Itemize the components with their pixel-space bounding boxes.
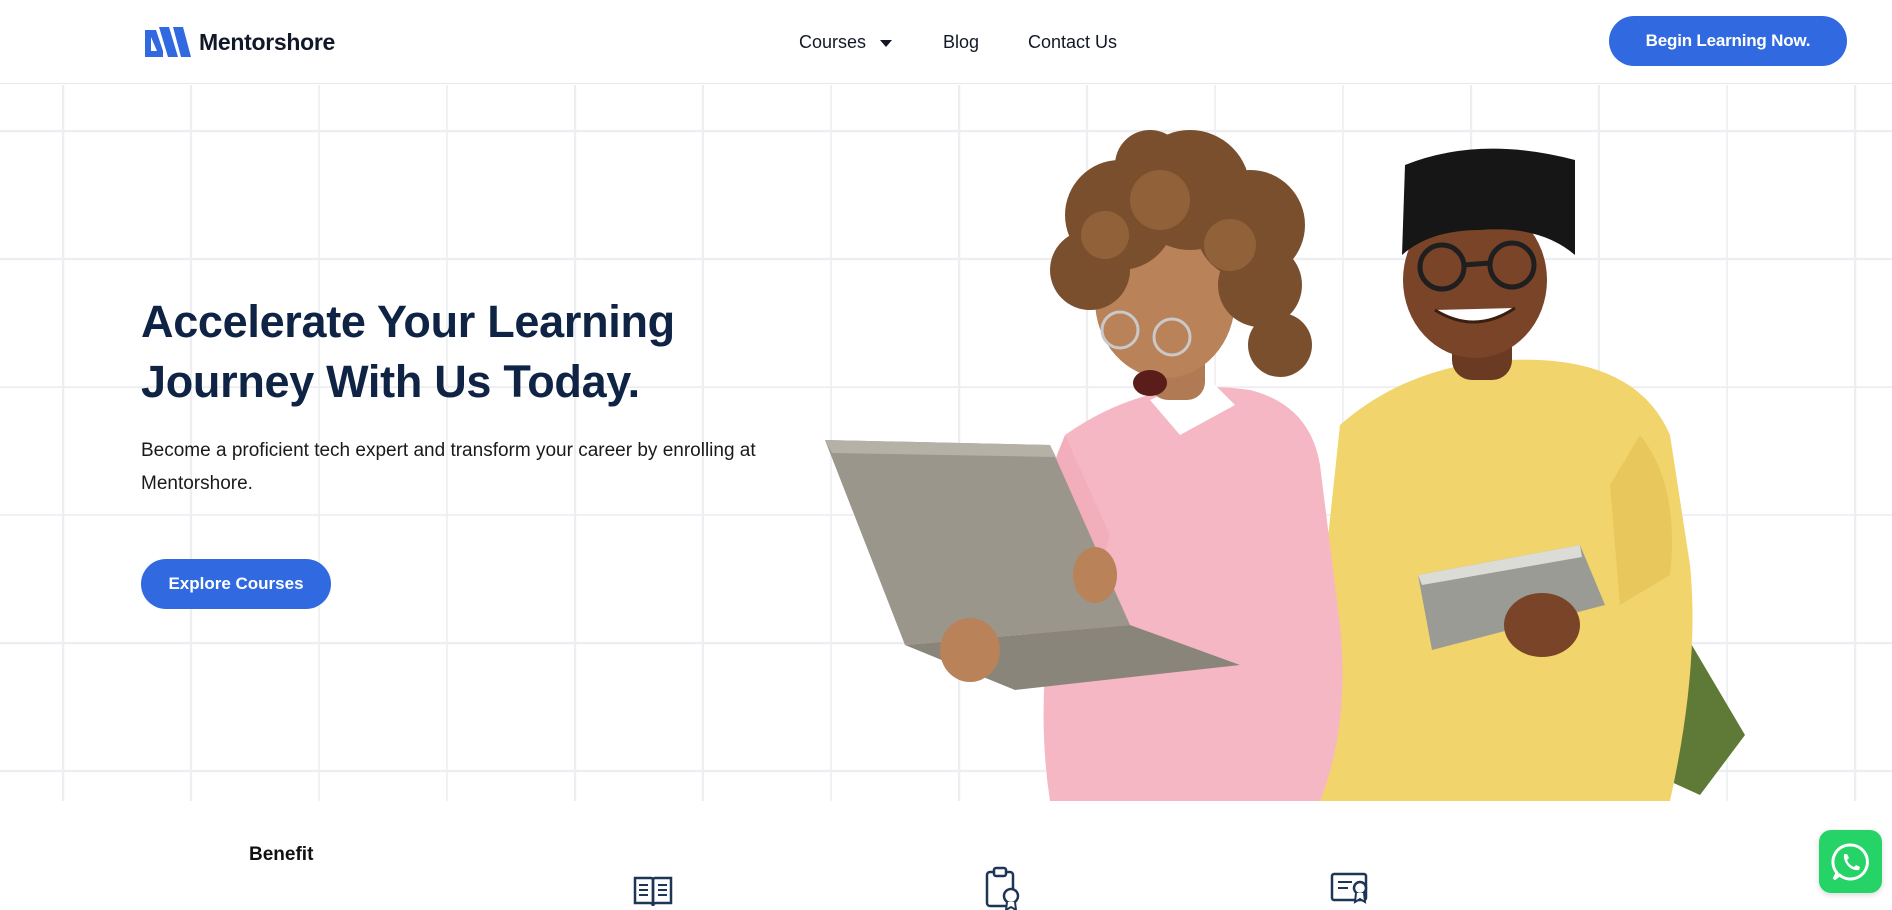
students-hero-image — [825, 130, 1745, 801]
clipboard-badge-icon — [985, 866, 1020, 910]
hero-subtitle: Become a proficient tech expert and tran… — [141, 440, 756, 494]
nav-item-blog[interactable]: Blog — [943, 30, 1028, 54]
explore-courses-button[interactable]: Explore Courses — [141, 559, 331, 609]
begin-learning-button[interactable]: Begin Learning Now. — [1609, 16, 1847, 66]
whatsapp-chat-button[interactable] — [1819, 830, 1882, 893]
benefits-label: Benefit — [249, 844, 314, 865]
certificate-icon — [1330, 872, 1368, 904]
hero-section: Accelerate Your Learning Journey With Us… — [0, 85, 1892, 801]
benefits-section: Benefit — [0, 802, 1892, 910]
nav-item-contact-label: Contact Us — [1028, 32, 1118, 52]
brand-name: Mentorshore — [199, 28, 335, 55]
book-icon — [633, 876, 673, 907]
nav-item-courses-label: Courses — [799, 32, 867, 52]
main-nav: Courses Blog Contact Us — [799, 30, 1117, 54]
nav-item-blog-label: Blog — [943, 32, 980, 52]
site-header: Mentorshore Courses Blog Contact Us Begi… — [0, 0, 1892, 84]
hero-title-line-1: Accelerate Your Learning — [141, 296, 675, 347]
student-boy-figure — [1300, 148, 1745, 801]
brand-logo[interactable]: Mentorshore — [145, 26, 335, 58]
logo-mark-icon — [145, 27, 191, 57]
student-girl-figure — [825, 130, 1343, 801]
hero-title: Accelerate Your Learning Journey With Us… — [141, 292, 841, 412]
hero-title-line-2: Journey With Us Today. — [141, 356, 640, 407]
chevron-down-icon — [880, 39, 893, 47]
whatsapp-icon — [1830, 842, 1869, 880]
nav-item-contact-us[interactable]: Contact Us — [1028, 30, 1117, 54]
nav-item-courses[interactable]: Courses — [799, 30, 943, 54]
